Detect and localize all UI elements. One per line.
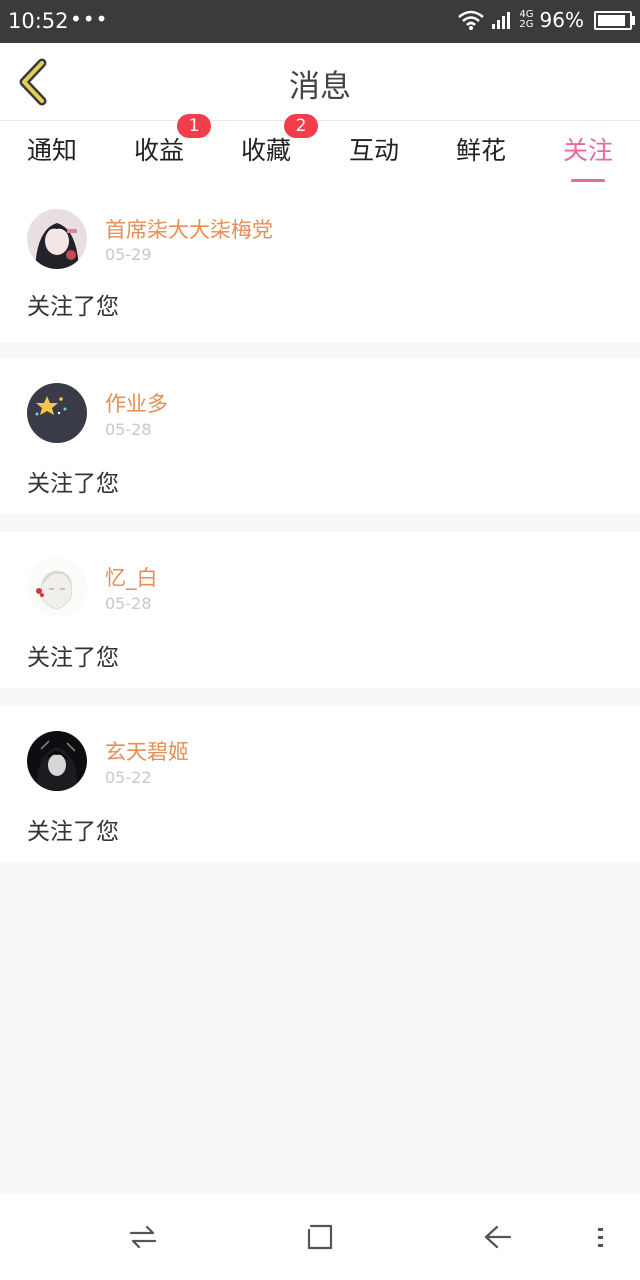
menu-button[interactable] — [590, 1222, 610, 1252]
avatar[interactable] — [27, 731, 87, 791]
tab-label: 互动 — [348, 136, 399, 165]
home-square-icon — [307, 1224, 333, 1250]
unread-badge: 2 — [284, 114, 318, 138]
battery-percent: 96% — [539, 8, 584, 32]
system-nav-bar — [0, 1194, 640, 1280]
list-item[interactable]: 忆_白 05-28 关注了您 — [0, 532, 640, 688]
switch-icon — [129, 1225, 157, 1249]
user-name[interactable]: 首席柒大大柒梅党 — [105, 214, 273, 244]
message-text: 关注了您 — [27, 471, 119, 497]
message-text: 关注了您 — [27, 294, 119, 320]
user-name[interactable]: 忆_白 — [105, 562, 158, 592]
active-tab-indicator — [571, 179, 605, 182]
home-button[interactable] — [305, 1222, 335, 1252]
battery-fill — [598, 14, 625, 26]
wifi-icon — [458, 10, 485, 30]
message-date: 05-28 — [105, 420, 152, 439]
tab-label: 鲜花 — [455, 136, 506, 165]
tab-flowers[interactable]: 鲜花 — [431, 131, 531, 167]
message-date: 05-29 — [105, 245, 152, 264]
menu-icon — [598, 1228, 603, 1247]
user-name[interactable]: 作业多 — [105, 388, 168, 418]
back-arrow-icon — [484, 1225, 512, 1249]
message-date: 05-28 — [105, 594, 152, 613]
list-item[interactable]: 作业多 05-28 关注了您 — [0, 358, 640, 514]
header: 消息 — [0, 43, 640, 121]
message-text: 关注了您 — [27, 645, 119, 671]
tab-following[interactable]: 关注 — [538, 131, 638, 182]
tab-favorites[interactable]: 收藏 2 — [216, 114, 318, 167]
avatar-image — [27, 383, 87, 443]
avatar-image — [27, 209, 87, 269]
avatar-image — [27, 557, 87, 617]
user-name[interactable]: 玄天碧姬 — [105, 736, 189, 766]
tab-label: 收藏 — [240, 136, 291, 165]
tab-bar: 通知 收益 1 收藏 2 互动 鲜花 关注 — [0, 114, 640, 187]
status-bar: 10:52 ••• 4G 2G 96% — [0, 0, 640, 43]
tab-label: 通知 — [26, 136, 77, 165]
page-title: 消息 — [289, 69, 351, 105]
switch-button[interactable] — [128, 1222, 158, 1252]
status-dots: ••• — [70, 7, 109, 31]
signal-icon — [492, 12, 511, 29]
avatar[interactable] — [27, 383, 87, 443]
battery-icon — [594, 10, 635, 30]
message-date: 05-22 — [105, 768, 152, 787]
tab-earnings[interactable]: 收益 1 — [109, 114, 211, 167]
status-right: 4G 2G 96% — [457, 8, 635, 32]
tab-label: 关注 — [562, 136, 613, 165]
avatar[interactable] — [27, 209, 87, 269]
network-bottom: 2G — [519, 19, 534, 30]
tab-interaction[interactable]: 互动 — [324, 131, 424, 167]
tab-label: 收益 — [133, 136, 184, 165]
unread-badge: 1 — [177, 114, 211, 138]
list-item[interactable]: 玄天碧姬 05-22 关注了您 — [0, 706, 640, 862]
status-time: 10:52 — [8, 9, 69, 33]
tab-notification[interactable]: 通知 — [2, 131, 102, 167]
network-type: 4G 2G — [519, 10, 533, 30]
message-text: 关注了您 — [27, 819, 119, 845]
back-nav-button[interactable] — [483, 1222, 513, 1252]
list-item[interactable]: 首席柒大大柒梅党 05-29 关注了您 — [0, 187, 640, 343]
avatar[interactable] — [27, 557, 87, 617]
avatar-image — [27, 731, 87, 791]
